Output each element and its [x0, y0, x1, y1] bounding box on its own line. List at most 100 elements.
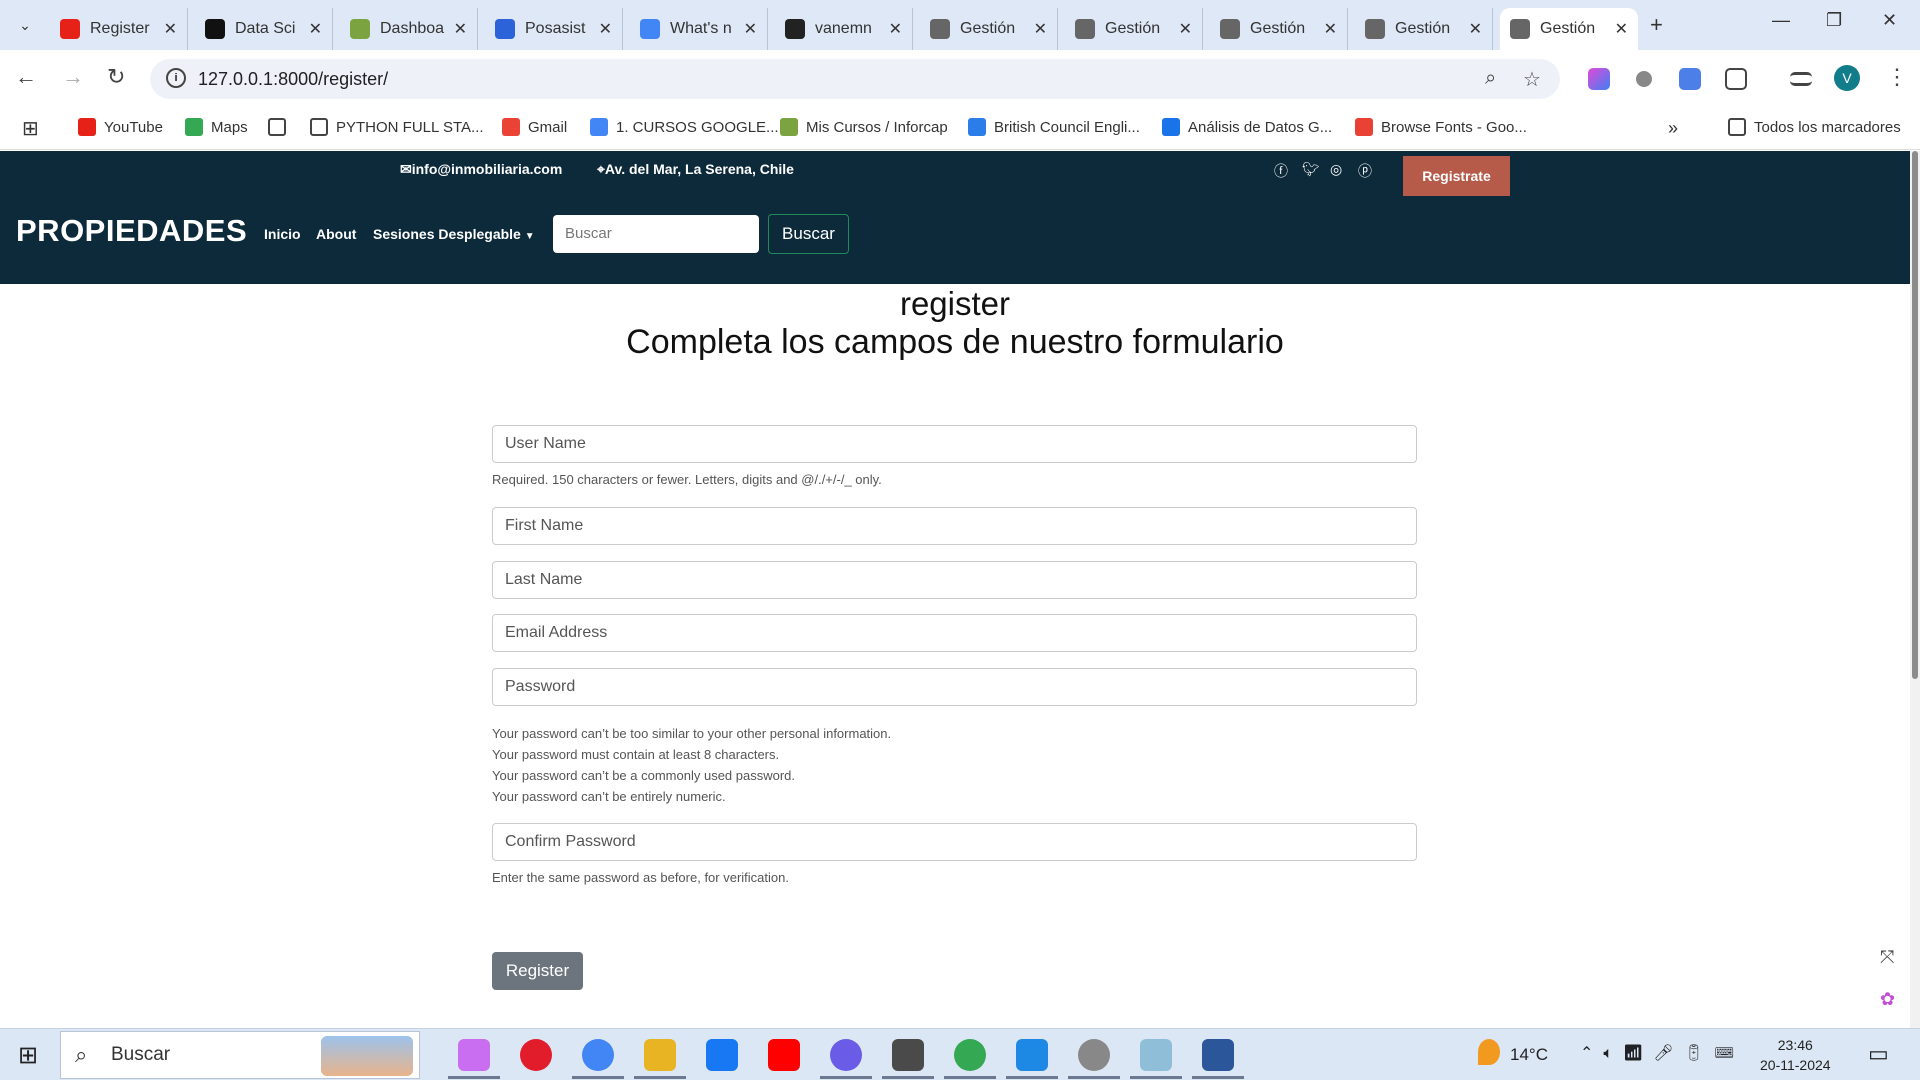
tab-close-icon[interactable]: ✕ [1179, 19, 1192, 39]
tab-title: vanemn [815, 20, 872, 37]
chrome-profile-app-icon[interactable] [954, 1039, 986, 1071]
word-app-icon[interactable] [1202, 1039, 1234, 1071]
taskbar-clock[interactable]: 23:46 20-11-2024 [1760, 1035, 1831, 1075]
back-icon[interactable]: ← [15, 64, 37, 90]
tab-close-icon[interactable]: ✕ [889, 19, 902, 39]
password-field[interactable]: Password [492, 668, 1417, 706]
settings-app-icon[interactable] [892, 1039, 924, 1071]
register-submit-button[interactable]: Register [492, 952, 583, 990]
site-info-icon[interactable]: i [166, 68, 186, 88]
facebook-icon[interactable]: ⓕ [1274, 161, 1288, 181]
username-field[interactable]: User Name [492, 425, 1417, 463]
tab-close-icon[interactable]: ✕ [454, 19, 467, 39]
notes-app-icon[interactable] [1140, 1039, 1172, 1071]
bookmark-item[interactable] [268, 118, 294, 136]
twitter-icon[interactable]: 🐦︎ [1302, 161, 1320, 178]
browser-tab[interactable]: Gestión ✕ [1500, 8, 1638, 50]
nav-sesiones-dropdown[interactable]: Sesiones Desplegable ▼ [373, 226, 535, 242]
bookmark-item[interactable]: Gmail [502, 118, 567, 136]
chrome-app-icon[interactable] [582, 1039, 614, 1071]
browser-tab[interactable]: Gestión ✕ [1210, 8, 1348, 50]
system-tray-icons[interactable]: ⌃🔈︎📶︎🎤︎🔋︎⌨︎ [1580, 1043, 1744, 1063]
bookmark-item[interactable]: 1. CURSOS GOOGLE... [590, 118, 779, 136]
nav-inicio[interactable]: Inicio [264, 226, 301, 242]
url-text[interactable]: 127.0.0.1:8000/register/ [198, 69, 388, 90]
media-controls-icon[interactable] [1790, 72, 1812, 86]
vscode-app-icon[interactable] [1016, 1039, 1048, 1071]
extension-translate-icon[interactable] [1679, 68, 1701, 90]
new-tab-button[interactable]: + [1650, 12, 1663, 38]
tab-close-icon[interactable]: ✕ [164, 19, 177, 39]
weather-moon-icon[interactable] [1478, 1039, 1500, 1065]
notifications-icon[interactable]: ▭ [1868, 1041, 1889, 1067]
browser-tab[interactable]: Dashboa ✕ [340, 8, 478, 50]
bookmark-item[interactable]: British Council Engli... [968, 118, 1140, 136]
extensions-puzzle-icon[interactable] [1725, 68, 1747, 90]
apps-grid-icon[interactable]: ⊞ [22, 116, 39, 141]
instagram-icon[interactable]: ◎ [1330, 161, 1342, 178]
browser-tab[interactable]: What's n ✕ [630, 8, 768, 50]
circular-app-icon[interactable] [1078, 1039, 1110, 1071]
bookmark-item[interactable]: Mis Cursos / Inforcap [780, 118, 948, 136]
close-window-icon[interactable]: ✕ [1882, 10, 1897, 31]
bookmark-star-icon[interactable]: ☆ [1523, 67, 1541, 92]
bookmark-item[interactable]: PYTHON FULL STA... [310, 118, 484, 136]
browser-tab[interactable]: Gestión ✕ [1065, 8, 1203, 50]
messenger-app-icon[interactable] [830, 1039, 862, 1071]
tab-search-chevron-icon[interactable]: ⌄ [10, 10, 40, 40]
tab-close-icon[interactable]: ✕ [1034, 19, 1047, 39]
browser-tab[interactable]: Data Sci ✕ [195, 8, 333, 50]
extension-record-icon[interactable] [1636, 71, 1652, 87]
screenshot-side-icon[interactable]: ⤧ [1880, 947, 1894, 968]
tab-close-icon[interactable]: ✕ [1469, 19, 1482, 39]
site-brand[interactable]: PROPIEDADES [16, 213, 247, 249]
file-explorer-icon[interactable] [644, 1039, 676, 1071]
copilot-side-icon[interactable]: ✿ [1880, 989, 1895, 1010]
site-search-input[interactable]: Buscar [553, 215, 759, 253]
reload-icon[interactable]: ↻ [107, 64, 125, 90]
register-cta-button[interactable]: Registrate [1403, 156, 1510, 196]
tab-close-icon[interactable]: ✕ [599, 19, 612, 39]
restore-icon[interactable]: ❐ [1826, 10, 1842, 31]
tab-close-icon[interactable]: ✕ [309, 19, 322, 39]
page-scrollbar[interactable] [1910, 151, 1920, 1028]
profile-avatar[interactable]: V [1834, 65, 1860, 91]
copilot-app-icon[interactable] [458, 1039, 490, 1071]
all-bookmarks-folder[interactable]: Todos los marcadores [1728, 118, 1901, 136]
browser-tab[interactable]: Gestión ✕ [1355, 8, 1493, 50]
tab-close-icon[interactable]: ✕ [1324, 19, 1337, 39]
bookmark-item[interactable]: Análisis de Datos G... [1162, 118, 1332, 136]
minimize-icon[interactable]: — [1772, 10, 1790, 31]
bookmark-favicon-icon [968, 118, 986, 136]
confirm-password-field[interactable]: Confirm Password [492, 823, 1417, 861]
browser-tab[interactable]: Posasist ✕ [485, 8, 623, 50]
omnibox[interactable]: i 127.0.0.1:8000/register/ ⌕ ☆ [150, 59, 1560, 99]
browser-tab[interactable]: Gestión ✕ [920, 8, 1058, 50]
first-name-field[interactable]: First Name [492, 507, 1417, 545]
last-name-field[interactable]: Last Name [492, 561, 1417, 599]
opera-app-icon[interactable] [520, 1039, 552, 1071]
weather-temperature[interactable]: 14°C [1510, 1045, 1548, 1065]
browser-menu-icon[interactable]: ⋮ [1886, 64, 1908, 90]
youtube-app-icon[interactable] [768, 1039, 800, 1071]
nav-about[interactable]: About [316, 226, 356, 242]
scrollbar-thumb[interactable] [1912, 151, 1918, 679]
tab-close-icon[interactable]: ✕ [744, 19, 757, 39]
email-field[interactable]: Email Address [492, 614, 1417, 652]
tab-close-icon[interactable]: ✕ [1615, 19, 1628, 39]
bookmark-item[interactable]: YouTube [78, 118, 163, 136]
bookmark-item[interactable]: Browse Fonts - Goo... [1355, 118, 1527, 136]
more-bookmarks-icon[interactable]: » [1668, 118, 1678, 139]
facebook-app-icon[interactable] [706, 1039, 738, 1071]
taskbar-search-box[interactable]: ⌕ Buscar [60, 1031, 420, 1079]
browser-tab[interactable]: vanemn ✕ [775, 8, 913, 50]
contact-email[interactable]: ✉info@inmobiliaria.com [400, 161, 562, 178]
zoom-icon[interactable]: ⌕ [1485, 67, 1496, 90]
windows-start-icon[interactable]: ⊞ [18, 1041, 38, 1070]
bookmark-item[interactable]: Maps [185, 118, 248, 136]
browser-tab[interactable]: Register ✕ [50, 8, 188, 50]
site-search-button[interactable]: Buscar [768, 214, 849, 254]
pinterest-icon[interactable]: ⓟ [1358, 161, 1372, 181]
extension-copilot-icon[interactable] [1588, 68, 1610, 90]
forward-icon[interactable]: → [62, 64, 84, 90]
